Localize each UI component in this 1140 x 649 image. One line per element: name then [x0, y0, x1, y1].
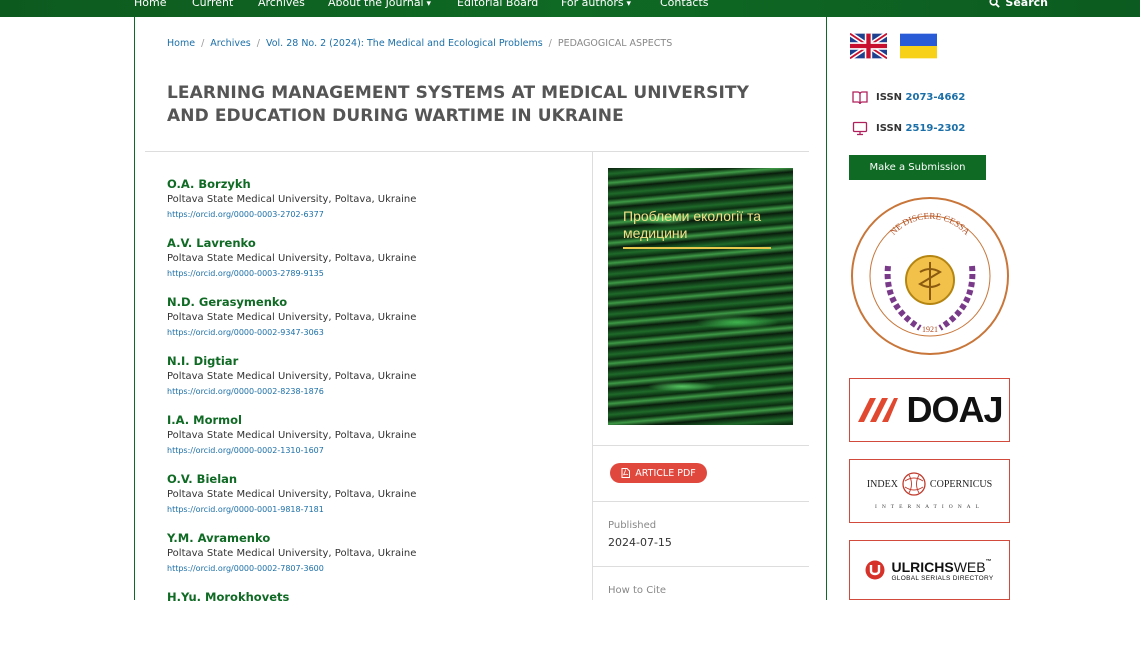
- issn-online: ISSN 2519-2302: [852, 121, 965, 136]
- monitor-icon: [852, 121, 868, 136]
- copernicus-left-label: INDEX: [866, 478, 898, 490]
- doaj-logo-icon: [858, 398, 899, 422]
- author-name: Y.M. Avramenko: [167, 531, 271, 545]
- divider: [593, 445, 809, 446]
- copernicus-globe-icon: [902, 472, 926, 496]
- published-label: Published: [608, 520, 657, 531]
- make-submission-button[interactable]: Make a Submission: [849, 155, 986, 180]
- nav-item-for-authors[interactable]: For authors: [561, 0, 631, 9]
- ulrich-suffix-label: WEB: [953, 558, 986, 575]
- author-orcid-link[interactable]: https://orcid.org/0000-0002-8238-1876: [167, 386, 587, 397]
- article-title: LEARNING MANAGEMENT SYSTEMS AT MEDICAL U…: [167, 83, 750, 126]
- article-pdf-button[interactable]: ARTICLE PDF: [610, 463, 707, 483]
- how-to-cite-label: How to Cite: [608, 585, 667, 596]
- author-entry: N.I. Digtiar Poltava State Medical Unive…: [167, 354, 587, 413]
- author-orcid-link[interactable]: https://orcid.org/0000-0002-7807-3600: [167, 563, 587, 574]
- ulrich-main-label: ULRICHS: [891, 558, 954, 575]
- article-pdf-label: ARTICLE PDF: [635, 467, 696, 479]
- cover-underline: [623, 247, 771, 249]
- nav-item-about[interactable]: About the Journal: [328, 0, 431, 9]
- published-date: 2024-07-15: [608, 536, 672, 549]
- author-orcid-link[interactable]: https://orcid.org/0000-0003-2702-6377: [167, 209, 587, 220]
- university-seal-logo[interactable]: NE DISCERE CESSA 1921: [850, 196, 1010, 356]
- divider: [593, 566, 809, 567]
- author-orcid-link[interactable]: https://orcid.org/0000-0003-2789-9135: [167, 268, 587, 279]
- breadcrumb-section: PEDAGOGICAL ASPECTS: [557, 38, 673, 49]
- author-affiliation: Poltava State Medical University, Poltav…: [167, 548, 417, 559]
- language-switcher: [850, 33, 937, 59]
- uk-flag-icon[interactable]: [850, 33, 887, 59]
- author-affiliation: Poltava State Medical University, Poltav…: [167, 253, 417, 264]
- author-name: N.I. Digtiar: [167, 354, 239, 368]
- author-orcid-link[interactable]: https://orcid.org/0000-0002-1310-1607: [167, 445, 587, 456]
- issn-online-link[interactable]: 2519-2302: [906, 123, 966, 134]
- author-list: O.A. Borzykh Poltava State Medical Unive…: [167, 177, 587, 649]
- book-icon: [852, 91, 868, 105]
- author-name: I.A. Mormol: [167, 413, 242, 427]
- nav-item-archives[interactable]: Archives: [258, 0, 305, 9]
- author-affiliation: Poltava State Medical University, Poltav…: [167, 194, 417, 205]
- journal-cover-image[interactable]: Проблеми екології та медицини: [608, 168, 793, 425]
- seal-year: 1921: [922, 325, 938, 334]
- author-entry: O.V. Bielan Poltava State Medical Univer…: [167, 472, 587, 531]
- nav-item-home[interactable]: Home: [134, 0, 166, 9]
- issn-print-label: ISSN: [876, 92, 903, 103]
- author-name: O.V. Bielan: [167, 472, 238, 486]
- author-entry: I.A. Mormol Poltava State Medical Univer…: [167, 413, 587, 472]
- search-icon: [989, 0, 1001, 8]
- author-entry: A.V. Lavrenko Poltava State Medical Univ…: [167, 236, 587, 295]
- nav-item-editorial-board[interactable]: Editorial Board: [457, 0, 538, 9]
- pdf-file-icon: [621, 468, 631, 478]
- search-link[interactable]: Search: [989, 0, 1048, 9]
- ukraine-flag-icon[interactable]: [900, 33, 937, 59]
- author-affiliation: Poltava State Medical University, Poltav…: [167, 489, 417, 500]
- ulrichs-logo-icon: [865, 560, 885, 580]
- copernicus-sub-label: INTERNATIONAL: [875, 504, 984, 510]
- author-name: A.V. Lavrenko: [167, 236, 256, 250]
- author-affiliation: Poltava State Medical University, Poltav…: [167, 430, 417, 441]
- breadcrumb-archives[interactable]: Archives: [210, 38, 251, 49]
- author-orcid-link[interactable]: https://orcid.org/0000-0001-9818-7181: [167, 504, 587, 515]
- author-entry: O.A. Borzykh Poltava State Medical Unive…: [167, 177, 587, 236]
- author-name: H.Yu. Morokhovets: [167, 590, 290, 604]
- copernicus-right-label: COPERNICUS: [929, 478, 993, 490]
- breadcrumb-home[interactable]: Home: [167, 38, 195, 49]
- doaj-label: DOAJ: [906, 389, 1003, 430]
- top-navbar: Home Current Archives About the Journal …: [0, 0, 1140, 17]
- divider: [593, 501, 809, 502]
- issn-print: ISSN 2073-4662: [852, 90, 965, 105]
- issn-print-link[interactable]: 2073-4662: [906, 92, 966, 103]
- author-entry: N.D. Gerasymenko Poltava State Medical U…: [167, 295, 587, 354]
- author-name: N.D. Gerasymenko: [167, 295, 288, 309]
- author-affiliation: Poltava State Medical University, Poltav…: [167, 312, 417, 323]
- issn-online-label: ISSN: [876, 123, 903, 134]
- author-name: O.A. Borzykh: [167, 177, 251, 191]
- ulrichsweb-badge-link[interactable]: ULRICHSWEB™ GLOBAL SERIALS DIRECTORY: [849, 540, 1010, 600]
- breadcrumb: Home / Archives / Vol. 28 No. 2 (2024): The …: [167, 38, 673, 49]
- index-copernicus-badge-link[interactable]: INDEX COPERNICUS INTERNATIONAL: [849, 459, 1010, 523]
- cover-title: Проблеми екології та медицини: [623, 208, 762, 241]
- search-label: Search: [1005, 0, 1048, 9]
- divider: [145, 151, 809, 152]
- author-entry: H.Yu. Morokhovets: [167, 590, 587, 649]
- author-affiliation: Poltava State Medical University, Poltav…: [167, 371, 417, 382]
- breadcrumb-issue[interactable]: Vol. 28 No. 2 (2024): The Medical and Ec…: [266, 38, 543, 49]
- author-orcid-link[interactable]: https://orcid.org/0000-0002-9347-3063: [167, 327, 587, 338]
- nav-item-current[interactable]: Current: [192, 0, 233, 9]
- author-entry: Y.M. Avramenko Poltava State Medical Uni…: [167, 531, 587, 590]
- nav-item-contacts[interactable]: Contacts: [660, 0, 709, 9]
- ulrich-sub-label: GLOBAL SERIALS DIRECTORY: [891, 574, 994, 582]
- doaj-badge-link[interactable]: DOAJ: [849, 378, 1010, 442]
- column-divider: [592, 151, 593, 600]
